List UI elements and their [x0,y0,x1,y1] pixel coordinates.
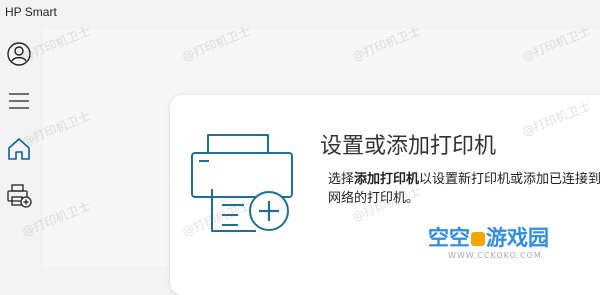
navigation-rail [0,30,42,266]
hamburger-menu-icon [7,91,31,111]
home-button[interactable] [3,133,35,165]
home-icon [6,136,32,162]
title-bar: HP Smart [0,0,600,30]
printer-add-illustration [182,127,294,241]
add-printer-card[interactable]: 设置或添加打印机 选择添加打印机以设置新打印机或添加已连接到网络的打印机。 [170,95,600,295]
account-circle-icon [6,41,32,67]
printer-add-icon [5,183,33,209]
site-watermark-url: WWW.CCKOKO.COM [448,251,542,260]
app-title: HP Smart [5,5,57,19]
menu-button[interactable] [3,85,35,117]
add-printer-bold-label: 添加打印机 [354,172,420,187]
add-printer-button[interactable] [3,180,35,212]
card-description: 选择添加打印机以设置新打印机或添加已连接到网络的打印机。 [328,172,600,206]
brand-logo-icon [471,232,485,246]
account-button[interactable] [3,38,35,70]
site-watermark-logo: 空空 游戏园 [428,226,549,250]
card-title: 设置或添加打印机 [320,134,497,159]
